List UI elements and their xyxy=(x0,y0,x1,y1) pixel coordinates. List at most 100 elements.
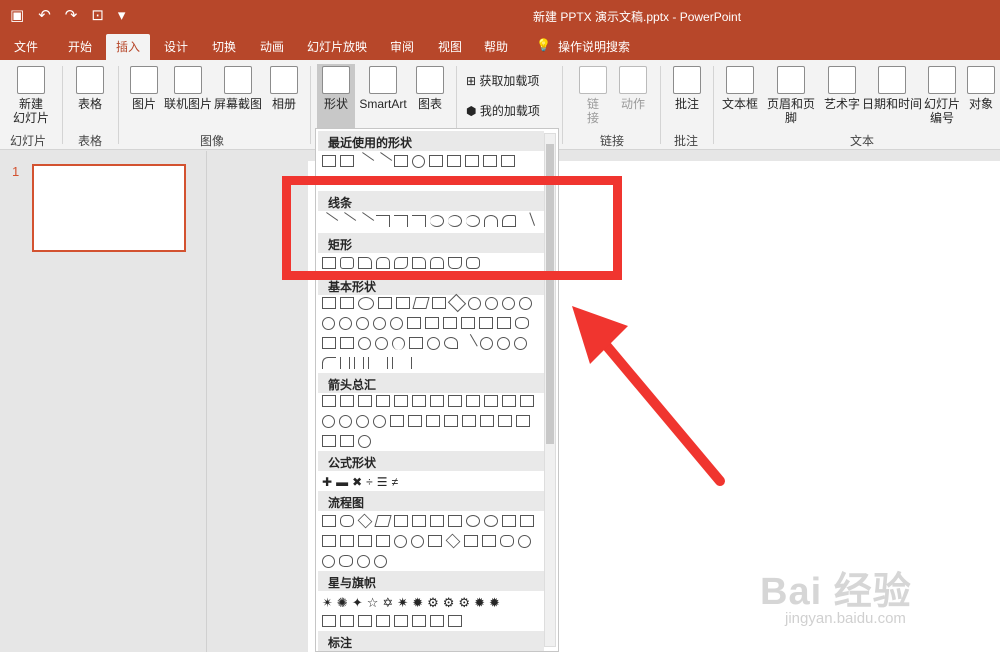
flow-item[interactable] xyxy=(428,535,442,547)
basic-item[interactable] xyxy=(358,337,371,350)
tab-home[interactable]: 开始 xyxy=(68,38,92,55)
shape-item[interactable] xyxy=(373,152,393,170)
basic-item[interactable] xyxy=(519,297,532,310)
shape-item[interactable] xyxy=(465,155,479,167)
undo-icon[interactable]: ↶ xyxy=(38,6,51,24)
star-icon[interactable]: ⚙ xyxy=(427,595,439,611)
flow-item[interactable] xyxy=(322,555,335,568)
save-icon[interactable]: ▣ xyxy=(10,6,24,24)
picture-button[interactable]: 图片 xyxy=(126,66,162,111)
arrow-item[interactable] xyxy=(466,395,480,407)
flow-item[interactable] xyxy=(412,515,426,527)
basic-item[interactable] xyxy=(502,297,515,310)
flow-item[interactable] xyxy=(464,535,478,547)
basic-item[interactable] xyxy=(322,337,336,349)
wordart-button[interactable]: 艺术字 xyxy=(822,66,862,111)
basic-item[interactable] xyxy=(409,337,423,349)
flow-item[interactable] xyxy=(448,515,462,527)
arrow-item[interactable] xyxy=(484,395,498,407)
banner-item[interactable] xyxy=(340,615,354,627)
flow-item[interactable] xyxy=(340,515,354,527)
not-equal-icon[interactable]: ≠ xyxy=(391,475,398,489)
basic-item[interactable] xyxy=(368,357,376,369)
star-icon[interactable]: ☆ xyxy=(367,595,379,611)
header-footer-button[interactable]: 页眉和页脚 xyxy=(762,66,820,125)
flow-item[interactable] xyxy=(322,515,336,527)
star-icon[interactable]: ⚙ xyxy=(443,595,455,611)
basic-item[interactable] xyxy=(322,317,335,330)
arrow-item[interactable] xyxy=(340,435,354,447)
shape-item[interactable] xyxy=(429,155,443,167)
basic-item[interactable] xyxy=(427,337,440,350)
banner-item[interactable] xyxy=(322,615,336,627)
shapes-button[interactable]: 形状 xyxy=(317,64,355,130)
flow-item[interactable] xyxy=(322,535,336,547)
basic-item[interactable] xyxy=(479,317,493,329)
basic-item[interactable] xyxy=(390,317,403,330)
star-icon[interactable]: ✦ xyxy=(352,595,363,611)
tab-insert[interactable]: 插入 xyxy=(106,34,151,60)
arrow-item[interactable] xyxy=(408,415,422,427)
arrow-item[interactable] xyxy=(498,415,512,427)
banner-item[interactable] xyxy=(394,615,408,627)
basic-item[interactable] xyxy=(356,317,369,330)
arrow-item[interactable] xyxy=(516,415,530,427)
arrow-item[interactable] xyxy=(412,395,426,407)
flow-item[interactable] xyxy=(411,535,424,548)
present-icon[interactable]: ⊡ xyxy=(91,6,104,24)
flow-item[interactable] xyxy=(340,535,354,547)
datetime-button[interactable]: 日期和时间 xyxy=(862,66,922,111)
arrow-item[interactable] xyxy=(358,435,371,448)
link-button[interactable]: 链 接 xyxy=(578,66,608,125)
flow-item[interactable] xyxy=(376,535,390,547)
shape-item[interactable] xyxy=(483,155,497,167)
flow-item[interactable] xyxy=(500,535,514,547)
get-addins-button[interactable]: ⊞ 获取加载项 xyxy=(466,74,539,88)
arrow-item[interactable] xyxy=(426,415,440,427)
shape-item[interactable] xyxy=(322,155,336,167)
object-button[interactable]: 对象 xyxy=(964,66,998,111)
tab-slideshow[interactable]: 幻灯片放映 xyxy=(307,38,367,55)
flow-item[interactable] xyxy=(502,515,516,527)
shape-item[interactable] xyxy=(412,155,425,168)
arrow-item[interactable] xyxy=(448,395,462,407)
flow-item[interactable] xyxy=(374,515,392,527)
flow-item[interactable] xyxy=(482,535,496,547)
basic-item[interactable] xyxy=(380,357,388,369)
banner-item[interactable] xyxy=(358,615,372,627)
tab-file[interactable]: 文件 xyxy=(14,38,38,55)
tab-design[interactable]: 设计 xyxy=(164,38,188,55)
star-icon[interactable]: ✹ xyxy=(412,595,423,611)
banner-item[interactable] xyxy=(448,615,462,627)
shape-item[interactable] xyxy=(340,155,354,167)
basic-item[interactable] xyxy=(340,337,354,349)
basic-item[interactable] xyxy=(444,337,458,349)
tab-review[interactable]: 审阅 xyxy=(390,38,414,55)
basic-item[interactable] xyxy=(497,337,510,350)
textbox-button[interactable]: 文本框 xyxy=(720,66,760,111)
album-button[interactable]: 相册 xyxy=(266,66,302,111)
flow-item[interactable] xyxy=(394,535,407,548)
flow-item[interactable] xyxy=(445,533,461,549)
equal-icon[interactable]: ☰ xyxy=(377,475,388,489)
shape-item[interactable] xyxy=(355,152,375,170)
flow-item[interactable] xyxy=(374,555,387,568)
flow-item[interactable] xyxy=(357,513,373,529)
arrow-item[interactable] xyxy=(322,435,336,447)
banner-item[interactable] xyxy=(376,615,390,627)
flow-item[interactable] xyxy=(339,555,353,567)
shape-item[interactable] xyxy=(501,155,515,167)
basic-item[interactable] xyxy=(432,297,446,309)
multiply-icon[interactable]: ✖ xyxy=(352,475,362,489)
action-button[interactable]: 动作 xyxy=(618,66,648,111)
basic-item[interactable] xyxy=(514,337,527,350)
star-icon[interactable]: ✺ xyxy=(337,595,348,611)
shape-item[interactable] xyxy=(447,155,461,167)
basic-item[interactable] xyxy=(447,293,467,313)
arrow-item[interactable] xyxy=(373,415,386,428)
new-slide-button[interactable]: 新建 幻灯片 xyxy=(8,66,54,125)
arrow-item[interactable] xyxy=(502,395,516,407)
flow-item[interactable] xyxy=(357,555,370,568)
tab-help[interactable]: 帮助 xyxy=(484,38,508,55)
tab-transitions[interactable]: 切换 xyxy=(212,38,236,55)
